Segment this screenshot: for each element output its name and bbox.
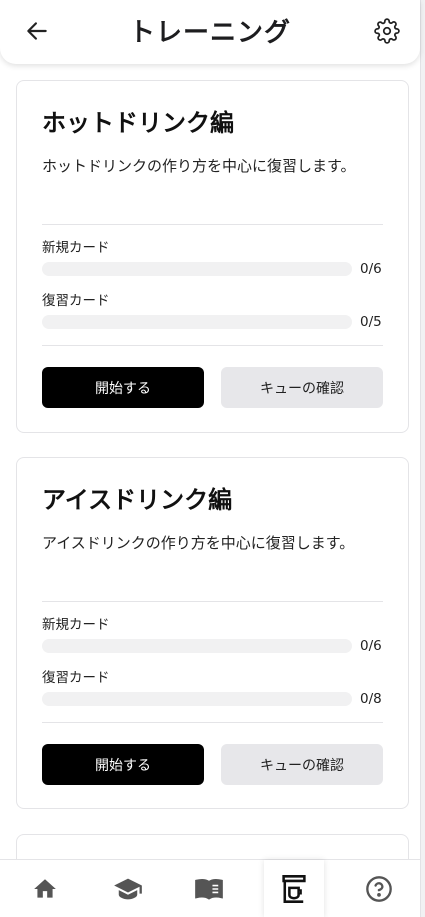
new-cards-label: 新規カード [42,240,110,256]
new-cards-count: 0/6 [360,261,382,277]
graduation-cap-icon [114,878,142,900]
course-card-iced: アイスドリンク編 アイスドリンクの作り方を中心に復習します。 新規カード 0/6… [16,457,409,809]
queue-button[interactable]: キューの確認 [221,367,383,408]
card-description: アイスドリンクの作り方を中心に復習します。 [42,534,355,552]
app-header: トレーニング [0,0,420,64]
new-cards-progress [42,262,352,276]
nav-library[interactable] [179,860,239,917]
book-icon [195,879,223,900]
home-icon [34,879,56,898]
card-title: ホットドリンク編 [42,109,234,137]
review-cards-label: 復習カード [42,670,110,686]
start-button[interactable]: 開始する [42,367,204,408]
review-cards-count: 0/5 [360,314,382,330]
queue-button[interactable]: キューの確認 [221,744,383,785]
nav-home[interactable] [15,860,75,917]
divider [42,224,383,225]
new-cards-count: 0/6 [360,638,382,654]
page-title: トレーニング [128,18,291,48]
coffee-machine-icon [282,875,306,903]
review-cards-count: 0/8 [360,691,382,707]
new-cards-label: 新規カード [42,617,110,633]
new-cards-progress [42,639,352,653]
review-cards-label: 復習カード [42,293,110,309]
start-button[interactable]: 開始する [42,744,204,785]
gear-icon[interactable] [374,18,400,44]
divider [42,345,383,346]
bottom-navigation [0,859,420,917]
divider [42,722,383,723]
divider [42,601,383,602]
card-title: アイスドリンク編 [42,486,233,514]
nav-help[interactable] [349,860,409,917]
card-description: ホットドリンクの作り方を中心に復習します。 [42,157,356,175]
nav-machine[interactable] [264,860,324,917]
nav-training-courses[interactable] [98,860,158,917]
scrollbar-track[interactable] [420,0,425,917]
help-circle-icon [366,876,392,902]
review-cards-progress [42,315,352,329]
course-card-hot: ホットドリンク編 ホットドリンクの作り方を中心に復習します。 新規カード 0/6… [16,80,409,433]
review-cards-progress [42,692,352,706]
